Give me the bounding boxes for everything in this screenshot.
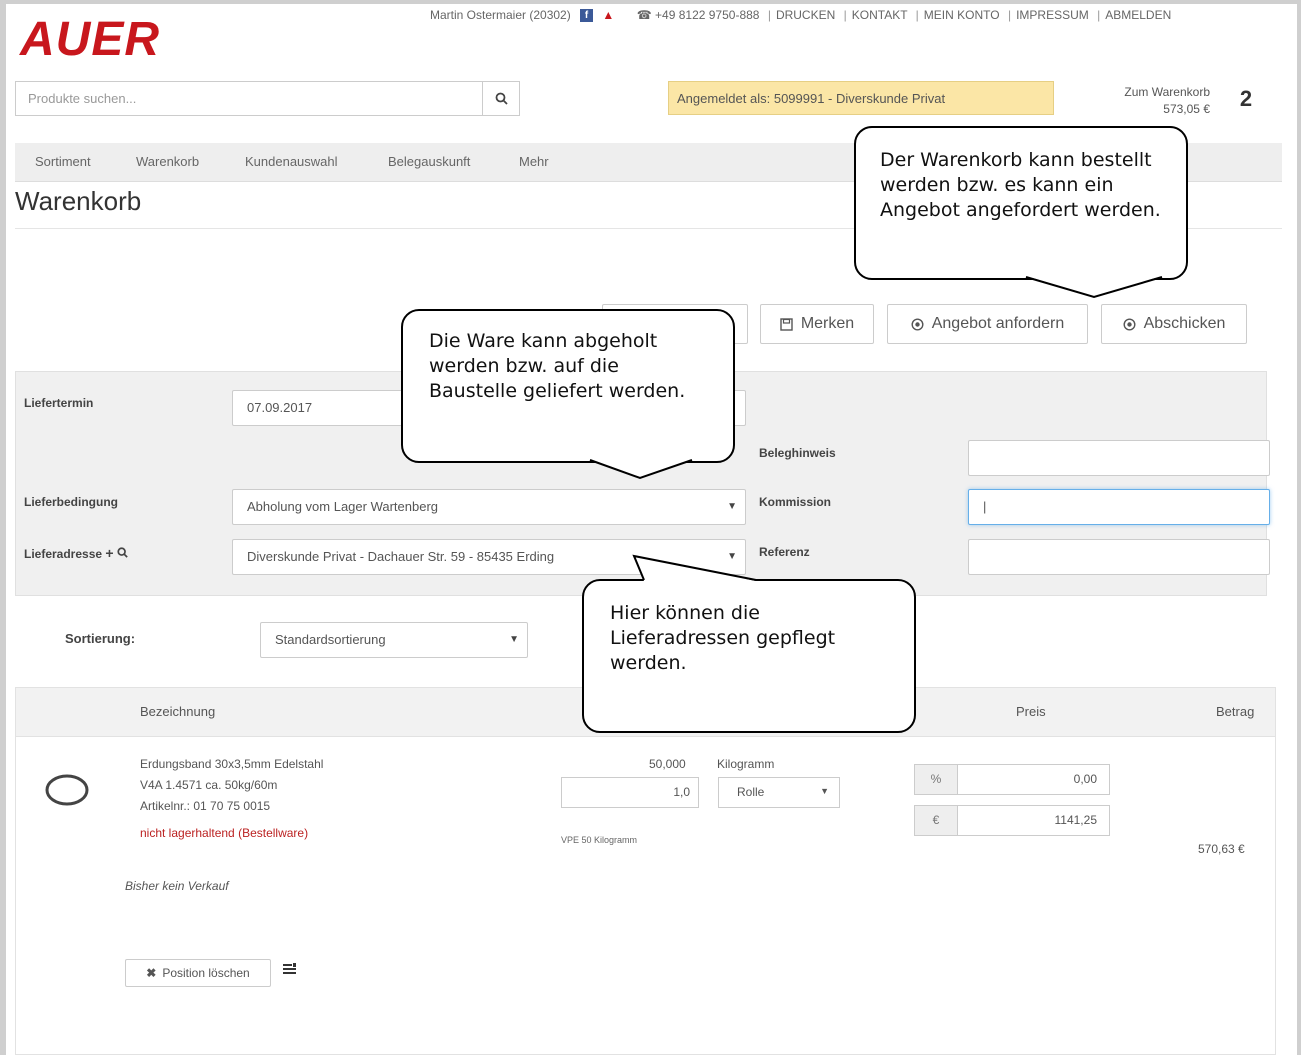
callout-address-tail	[632, 554, 757, 581]
submit-button[interactable]: Abschicken	[1101, 304, 1247, 344]
page-title: Warenkorb	[15, 186, 142, 216]
item-vpe: VPE 50 Kilogramm	[561, 835, 638, 845]
col-betrag: Betrag	[1216, 704, 1255, 719]
sales-history: Bisher kein Verkauf	[125, 879, 229, 893]
link-impressum[interactable]: IMPRESSUM	[1016, 8, 1089, 22]
nav-mehr[interactable]: Mehr	[519, 154, 549, 169]
callout-cart-tail	[1025, 276, 1163, 299]
callout-address-text: Hier können die Lieferadressen gepflegt …	[610, 602, 836, 674]
item-name-line2: V4A 1.4571 ca. 50kg/60m	[140, 778, 278, 792]
beleghinweis-field[interactable]	[968, 440, 1270, 476]
sort-value: Standardsortierung	[275, 632, 386, 647]
circle-dot-icon	[1123, 317, 1136, 331]
pack-unit-select[interactable]: Rolle ▼	[718, 777, 840, 808]
sort-select[interactable]: Standardsortierung ▼	[260, 622, 528, 658]
auer-logo[interactable]: AUER	[20, 14, 160, 66]
col-bezeichnung: Bezeichnung	[140, 704, 216, 719]
callout-delivery: Die Ware kann abgeholt werden bzw. auf d…	[401, 309, 735, 463]
close-icon: ✖	[146, 966, 157, 980]
lieferbedingung-label: Lieferbedingung	[24, 495, 118, 509]
item-name-line1[interactable]: Erdungsband 30x3,5mm Edelstahl	[140, 757, 323, 771]
beleghinweis-label: Beleghinweis	[759, 446, 836, 460]
callout-cart-text: Der Warenkorb kann bestellt werden bzw. …	[880, 149, 1161, 221]
search-icon	[495, 92, 508, 105]
submit-label: Abschicken	[1143, 315, 1226, 332]
liefertermin-value: 07.09.2017	[247, 400, 313, 415]
chevron-down-icon: ▼	[727, 501, 737, 512]
nav-warenkorb[interactable]: Warenkorb	[136, 154, 199, 169]
callout-delivery-text: Die Ware kann abgeholt werden bzw. auf d…	[429, 330, 686, 402]
liefertermin-label: Liefertermin	[24, 396, 94, 410]
euro-addon: €	[915, 806, 958, 835]
nav-sortiment[interactable]: Sortiment	[35, 154, 91, 169]
cart-count: 2	[1239, 86, 1253, 111]
quantity-value: 1,0	[673, 785, 690, 799]
save-label: Merken	[800, 315, 855, 332]
callout-delivery-tail	[589, 459, 693, 480]
cart-total: 573,05 €	[1163, 102, 1210, 116]
user-name: Martin Ostermaier (20302)	[430, 8, 571, 22]
page: AUER Martin Ostermaier (20302) f ▲ ☎ +49…	[6, 4, 1297, 1055]
request-quote-label: Angebot anfordern	[931, 315, 1065, 332]
chevron-down-icon: ▼	[820, 786, 829, 796]
nav-kundenauswahl[interactable]: Kundenauswahl	[245, 154, 338, 169]
request-quote-button[interactable]: Angebot anfordern	[887, 304, 1088, 344]
price-value: 1141,25	[1054, 813, 1098, 827]
item-article-number: Artikelnr.: 01 70 75 0015	[140, 799, 271, 813]
referenz-field[interactable]	[968, 539, 1270, 575]
delete-position-label: Position löschen	[162, 966, 250, 980]
item-amount: 570,63 €	[1198, 842, 1245, 856]
link-abmelden[interactable]: ABMELDEN	[1105, 8, 1171, 22]
circle-dot-icon	[911, 317, 924, 331]
discount-input[interactable]: % 0,00	[914, 764, 1110, 795]
lieferbedingung-value: Abholung vom Lager Wartenberg	[247, 499, 439, 514]
lieferbedingung-select[interactable]: Abholung vom Lager Wartenberg ▼	[232, 489, 746, 525]
search-bar	[15, 81, 520, 116]
top-bar: Martin Ostermaier (20302) f ▲ ☎ +49 8122…	[430, 8, 1172, 23]
delete-position-button[interactable]: ✖ Position löschen	[125, 959, 271, 987]
save-icon	[780, 317, 793, 331]
item-stock-status: nicht lagerhaltend (Bestellware)	[140, 826, 309, 840]
notes-icon[interactable]	[282, 963, 298, 977]
save-button[interactable]: Merken	[760, 304, 874, 344]
table-row: Erdungsband 30x3,5mm Edelstahl V4A 1.457…	[15, 737, 1276, 1055]
youtube-icon[interactable]: ▲	[602, 9, 616, 23]
phone-number: ☎ +49 8122 9750-888	[636, 8, 760, 22]
facebook-icon[interactable]: f	[580, 9, 594, 23]
pack-unit-value: Rolle	[737, 785, 765, 799]
price-input[interactable]: € 1141,25	[914, 805, 1110, 836]
callout-address: Hier können die Lieferadressen gepflegt …	[582, 579, 916, 733]
search-icon[interactable]	[117, 547, 128, 558]
plus-icon[interactable]: +	[105, 545, 113, 561]
kommission-value: |	[983, 499, 987, 514]
cart-link[interactable]: Zum Warenkorb 573,05 €	[1080, 84, 1210, 118]
discount-value: 0,00	[1073, 772, 1097, 786]
kommission-field[interactable]: |	[968, 489, 1270, 525]
lieferadresse-label-text: Lieferadresse	[24, 547, 103, 561]
quantity-input[interactable]: 1,0	[561, 777, 699, 808]
callout-cart: Der Warenkorb kann bestellt werden bzw. …	[854, 126, 1188, 280]
lieferadresse-value: Diverskunde Privat - Dachauer Str. 59 - …	[247, 549, 555, 564]
col-preis: Preis	[1016, 704, 1046, 719]
product-image	[45, 774, 89, 806]
percent-addon: %	[915, 765, 958, 794]
link-drucken[interactable]: DRUCKEN	[776, 8, 835, 22]
link-kontakt[interactable]: KONTAKT	[852, 8, 908, 22]
lieferadresse-label: Lieferadresse +	[24, 545, 128, 561]
link-mein-konto[interactable]: MEIN KONTO	[924, 8, 1000, 22]
login-notice: Angemeldet als: 5099991 - Diverskunde Pr…	[668, 81, 1054, 115]
cart-icon[interactable]: 2	[1228, 86, 1264, 122]
item-unit: Kilogramm	[717, 757, 775, 771]
nav-belegauskunft[interactable]: Belegauskunft	[388, 154, 470, 169]
sort-label: Sortierung:	[65, 631, 136, 646]
cart-label: Zum Warenkorb	[1124, 85, 1210, 99]
search-button[interactable]	[482, 82, 519, 115]
kommission-label: Kommission	[759, 495, 832, 509]
chevron-down-icon: ▼	[509, 634, 519, 645]
item-qty-total: 50,000	[649, 757, 686, 771]
search-input[interactable]	[16, 82, 482, 115]
